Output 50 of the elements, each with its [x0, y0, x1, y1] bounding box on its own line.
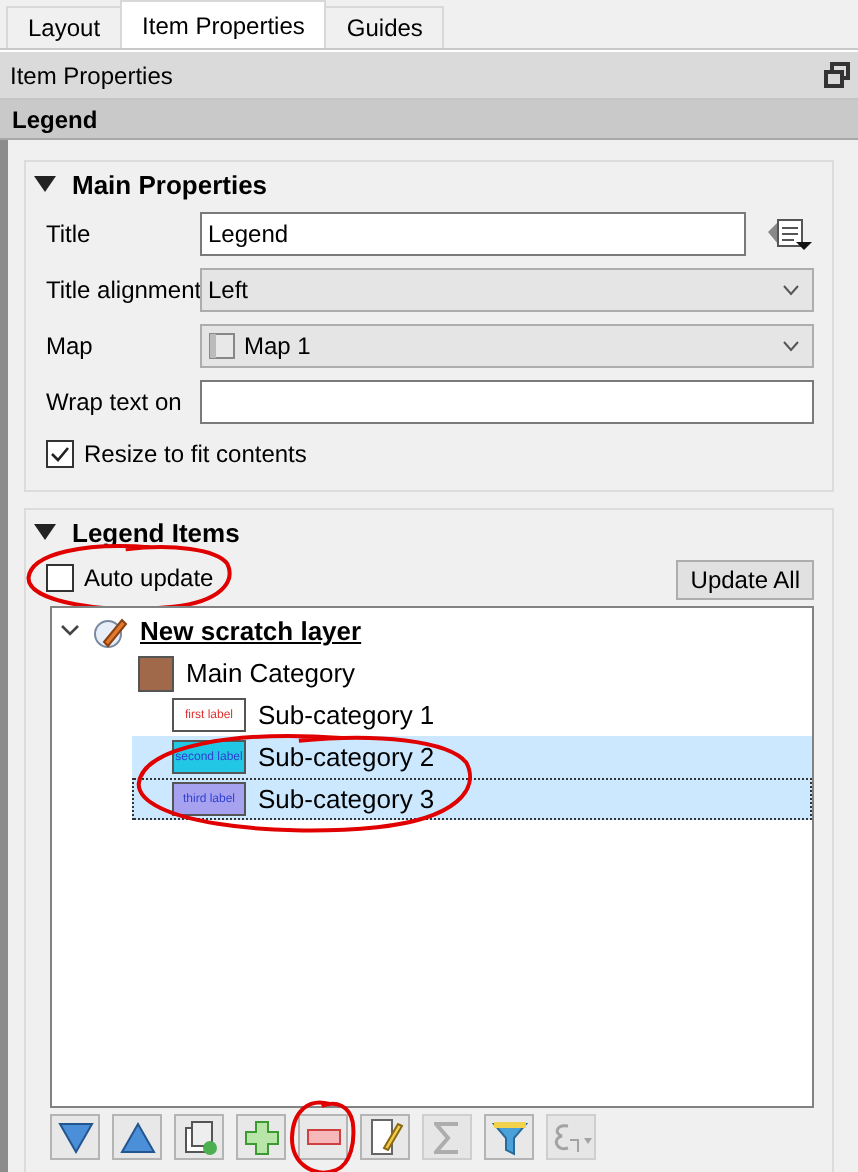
field-label: Title [46, 220, 93, 248]
dropdown[interactable]: Left [200, 268, 814, 312]
layer-name: New scratch layer [140, 616, 362, 646]
plus-icon [243, 1119, 279, 1155]
copy-add-icon [181, 1119, 217, 1155]
group-title: Main Properties [72, 169, 268, 199]
text-field[interactable]: Legend [200, 212, 746, 256]
float-window-icon[interactable] [824, 62, 850, 88]
panel-title: Item Properties [10, 61, 173, 89]
update-all-button[interactable]: Update All [676, 560, 814, 600]
checkbox-label: Auto update [84, 564, 214, 592]
tab[interactable]: Guides [324, 6, 445, 48]
checkbox[interactable] [46, 564, 74, 592]
chevron-down-icon [782, 284, 800, 296]
group-title: Legend Items [72, 517, 240, 547]
category-label: Sub-category 2 [258, 742, 435, 772]
field-label: Wrap text on [46, 388, 184, 416]
toolbar-button[interactable] [360, 1114, 410, 1160]
filter-icon [491, 1119, 527, 1155]
data-defined-icon[interactable] [766, 216, 814, 252]
up-triangle-icon [119, 1121, 155, 1153]
category-label: Main Category [186, 658, 356, 688]
tab[interactable]: Item Properties [120, 0, 327, 48]
field-label: Map [46, 332, 95, 360]
toolbar-button[interactable] [50, 1114, 100, 1160]
down-triangle-icon [57, 1121, 93, 1153]
field-label: Title alignment [46, 276, 200, 304]
tree-row[interactable]: New scratch layer [60, 610, 812, 652]
toolbar-button[interactable] [298, 1114, 348, 1160]
tab[interactable]: Layout [6, 6, 123, 48]
minus-icon [305, 1127, 341, 1147]
collapse-triangle-icon[interactable] [34, 524, 56, 540]
chevron-down-icon [782, 340, 800, 352]
dropdown[interactable]: Map 1 [200, 324, 814, 368]
toolbar-button[interactable] [484, 1114, 534, 1160]
checkbox[interactable] [46, 440, 74, 468]
category-label: Sub-category 3 [258, 784, 435, 814]
pencil-icon [367, 1118, 403, 1156]
tree-row[interactable]: Main Category [132, 652, 812, 694]
chevron-down-icon[interactable] [60, 624, 80, 638]
toolbar-button[interactable] [112, 1114, 162, 1160]
collapse-triangle-icon[interactable] [34, 176, 56, 192]
sigma-icon [433, 1121, 461, 1153]
item-header: Legend [12, 105, 98, 133]
scratch-layer-icon [92, 613, 128, 649]
text-field[interactable] [200, 380, 814, 424]
toolbar-button[interactable] [174, 1114, 224, 1160]
category-label: Sub-category 1 [258, 700, 435, 730]
epsilon-dropdown-icon [549, 1121, 593, 1153]
checkbox-label: Resize to fit contents [84, 440, 307, 468]
